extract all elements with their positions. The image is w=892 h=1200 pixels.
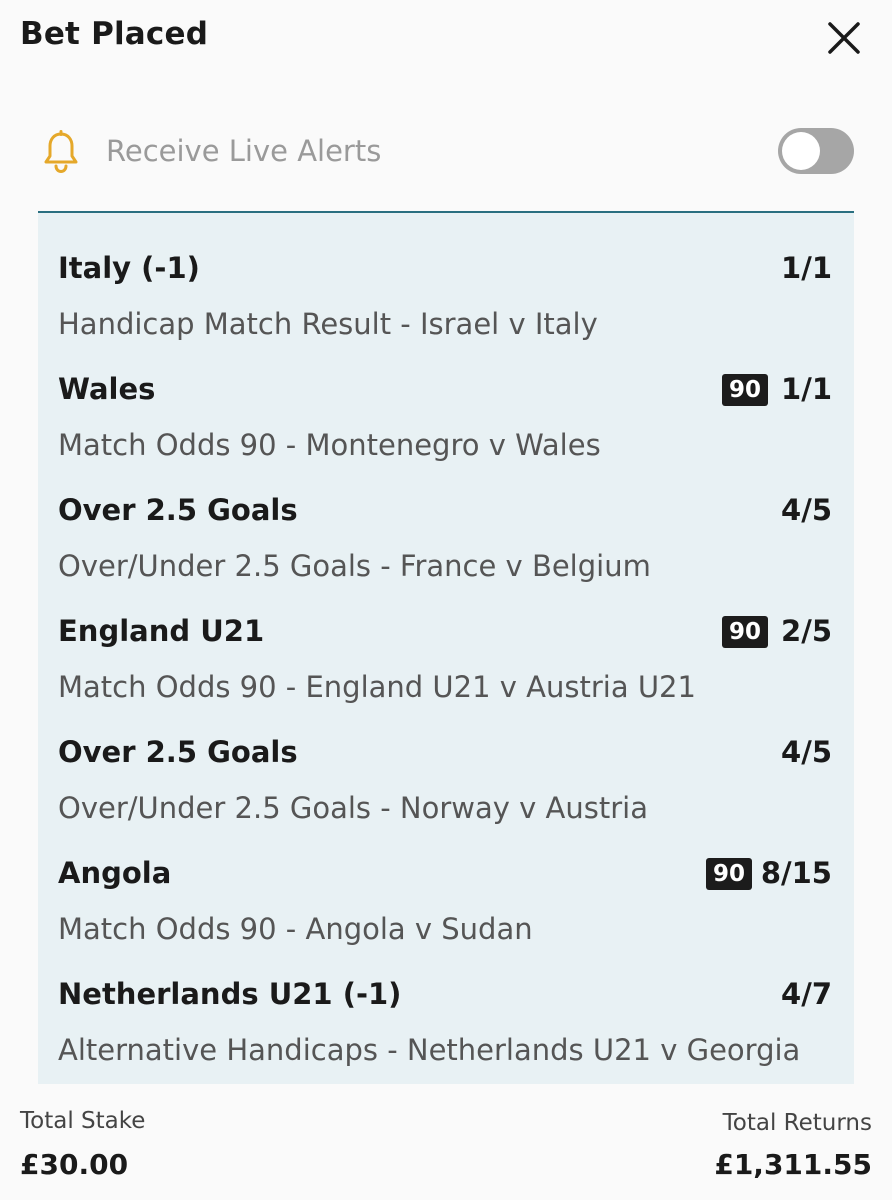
bet-item: England U21 90 2/5 Match Odds 90 - Engla…	[38, 576, 854, 704]
close-button[interactable]	[822, 16, 866, 60]
market-name: Alternative Handicaps - Netherlands U21 …	[58, 1033, 801, 1067]
bet-item: Over 2.5 Goals 4/5 Over/Under 2.5 Goals …	[38, 697, 854, 825]
bell-icon	[42, 130, 80, 174]
bet-item: Wales 90 1/1 Match Odds 90 - Montenegro …	[38, 334, 854, 462]
selection-odds: 2/5	[781, 614, 832, 648]
bet-list: Italy (-1) 1/1 Handicap Match Result - I…	[38, 211, 854, 1084]
selection-name: Italy (-1)	[58, 251, 200, 285]
toggle-knob	[782, 132, 820, 170]
bet-item: Over 2.5 Goals 4/5 Over/Under 2.5 Goals …	[38, 455, 854, 583]
selection-name: Wales	[58, 372, 156, 406]
totals-footer: Total Stake £30.00 Total Returns £1,311.…	[0, 1100, 892, 1200]
total-returns-label: Total Returns	[722, 1110, 872, 1136]
total-stake-label: Total Stake	[20, 1108, 146, 1134]
selection-odds: 4/5	[781, 735, 832, 769]
90-minute-badge: 90	[722, 616, 769, 648]
selection-odds: 1/1	[781, 251, 832, 285]
selection-odds: 4/5	[781, 493, 832, 527]
selection-name: Angola	[58, 856, 172, 890]
total-returns-value: £1,311.55	[714, 1148, 872, 1181]
selection-name: Netherlands U21 (-1)	[58, 977, 402, 1011]
bet-item: Italy (-1) 1/1 Handicap Match Result - I…	[38, 213, 854, 341]
header: Bet Placed	[0, 0, 892, 80]
90-minute-badge: 90	[706, 858, 753, 890]
selection-name: England U21	[58, 614, 265, 648]
selection-odds: 4/7	[781, 977, 832, 1011]
selection-name: Over 2.5 Goals	[58, 493, 298, 527]
live-alerts-toggle[interactable]	[778, 128, 854, 174]
bet-item: Netherlands U21 (-1) 4/7 Alternative Han…	[38, 939, 854, 1067]
bet-item: Angola 90 8/15 Match Odds 90 - Angola v …	[38, 818, 854, 946]
selection-name: Over 2.5 Goals	[58, 735, 298, 769]
live-alerts-label: Receive Live Alerts	[106, 134, 382, 168]
page-title: Bet Placed	[20, 16, 209, 52]
total-stake-value: £30.00	[20, 1148, 129, 1181]
selection-odds: 1/1	[781, 372, 832, 406]
close-icon	[828, 22, 860, 54]
90-minute-badge: 90	[722, 374, 769, 406]
live-alerts-row: Receive Live Alerts	[0, 120, 892, 184]
selection-odds: 8/15	[760, 856, 832, 890]
